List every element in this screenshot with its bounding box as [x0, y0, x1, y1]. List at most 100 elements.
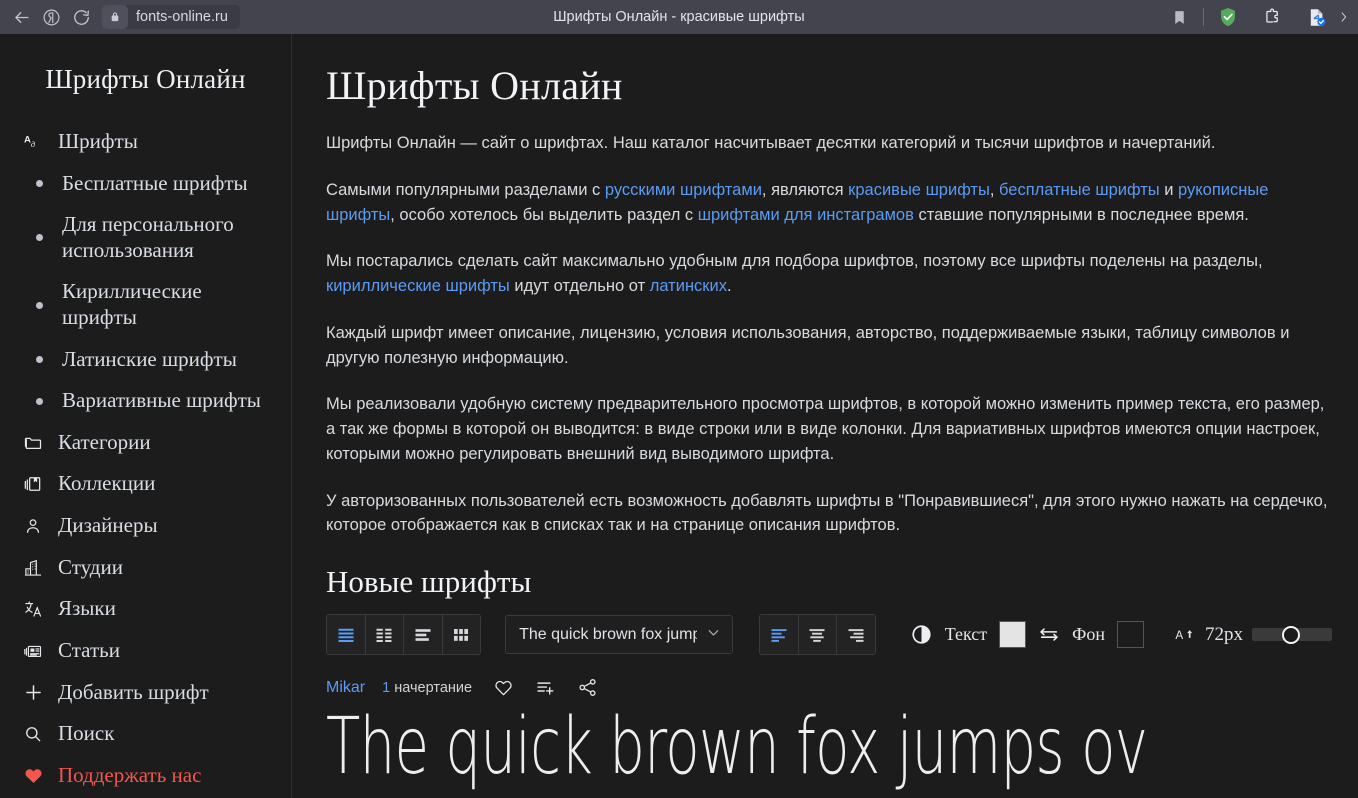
font-name-link[interactable]: Mikar [326, 679, 365, 697]
sidebar-item-label: Языки [58, 596, 116, 621]
sidebar-item-search[interactable]: Поиск [0, 713, 291, 755]
sidebar-item-languages[interactable]: Языки [0, 588, 291, 630]
view-two-column-icon[interactable] [365, 615, 405, 654]
sidebar-item-label: Категории [58, 429, 151, 454]
sidebar-item-support-us[interactable]: Поддержать нас [0, 755, 291, 797]
sidebar-item-latin-fonts[interactable]: Латинские шрифты [0, 339, 291, 381]
view-grid-icon[interactable] [442, 615, 481, 654]
align-right-icon[interactable] [837, 615, 875, 654]
link-instagram-fonts[interactable]: шрифтами для инстаграмов [698, 206, 914, 224]
font-size-control: A 72px [1174, 624, 1332, 646]
sections-paragraph: Мы постарались сделать сайт максимально … [326, 249, 1332, 299]
bullet-dot-icon [30, 179, 48, 187]
view-stack-icon[interactable] [404, 615, 443, 654]
link-russian-fonts[interactable]: русскими шрифтами [605, 181, 762, 199]
sidebar-item-add-font[interactable]: Добавить шрифт [0, 672, 291, 714]
text-fragment: , являются [761, 180, 849, 199]
bullet-dot-icon [30, 301, 48, 309]
sidebar-item-label: Добавить шрифт [58, 679, 209, 704]
sample-text-select[interactable]: The quick brown fox jumps o [505, 615, 734, 654]
site-brand[interactable]: Шрифты Онлайн [0, 64, 291, 95]
sidebar-item-cyrillic-fonts[interactable]: Кириллические шрифты [0, 271, 291, 338]
text-fragment: , особо хотелось бы выделить раздел с [390, 205, 698, 224]
adguard-shield-icon[interactable] [1206, 4, 1250, 30]
sidebar-item-variable-fonts[interactable]: Вариативные шрифты [0, 380, 291, 422]
sidebar-item-label: Вариативные шрифты [62, 388, 261, 413]
address-bar[interactable]: fonts-online.ru [102, 5, 240, 29]
reload-icon[interactable] [66, 4, 96, 30]
link-cyrillic-fonts[interactable]: кириллические шрифты [326, 277, 510, 295]
sidebar-item-label: Статьи [58, 637, 120, 662]
person-icon [22, 516, 44, 536]
svg-text:A: A [1175, 629, 1183, 642]
bullet-dot-icon [30, 397, 48, 405]
add-to-list-icon[interactable] [535, 677, 556, 698]
link-latin-fonts[interactable]: латинских [650, 277, 727, 295]
back-arrow-icon[interactable] [6, 4, 36, 30]
section-title-new-fonts: Новые шрифты [326, 564, 532, 599]
bg-color-label: Фон [1072, 624, 1105, 644]
sidebar-item-fonts[interactable]: Aд Шрифты [0, 121, 291, 163]
building-icon [22, 558, 44, 578]
text-fragment: Самыми популярными разделами с [326, 180, 605, 199]
slider-knob[interactable] [1282, 625, 1300, 644]
align-center-icon[interactable] [798, 615, 838, 654]
intro-paragraph: Шрифты Онлайн — сайт о шрифтах. Наш ката… [326, 134, 1216, 152]
font-size-up-icon: A [1174, 625, 1196, 645]
link-free-fonts[interactable]: бесплатные шрифты [999, 181, 1160, 199]
favorites-paragraph: У авторизованных пользователей есть возм… [326, 491, 1328, 535]
sample-text-value: The quick brown fox jumps o [519, 625, 698, 643]
yandex-logo-icon[interactable] [36, 4, 66, 30]
toolbar-divider [1203, 8, 1204, 26]
text-fragment: и [1159, 180, 1179, 199]
bookmark-icon[interactable] [1157, 4, 1201, 30]
align-left-icon[interactable] [760, 615, 799, 654]
link-beautiful-fonts[interactable]: красивые шрифты [848, 181, 990, 199]
sidebar-item-label: Студии [58, 554, 123, 579]
sidebar-item-articles[interactable]: Статьи [0, 630, 291, 672]
text-fragment: идут отдельно от [509, 277, 650, 295]
sidebar-item-label: Кириллические шрифты [62, 279, 202, 330]
sidebar-item-label: Латинские шрифты [62, 346, 237, 371]
align-mode-group [759, 614, 876, 655]
font-size-slider[interactable] [1252, 625, 1332, 644]
styles-word: начертание [394, 679, 473, 696]
font-aa-icon: Aд [22, 132, 44, 151]
styles-number: 1 [382, 679, 391, 696]
text-fragment: ставшие популярными в последнее время. [913, 205, 1249, 224]
share-icon[interactable] [577, 677, 598, 698]
contrast-icon[interactable] [910, 623, 933, 646]
sidebar-item-studios[interactable]: Студии [0, 547, 291, 589]
main-content: Шрифты Онлайн Шрифты Онлайн — сайт о шри… [292, 34, 1358, 798]
document-check-icon[interactable] [1294, 4, 1338, 30]
page-body: Шрифты Онлайн Aд Шрифты Бесплатные шрифт… [0, 34, 1358, 798]
font-preview-text: The quick brown fox jumps ov [326, 704, 1148, 792]
sidebar-item-collections[interactable]: Коллекции [0, 463, 291, 505]
sidebar-item-categories[interactable]: Категории [0, 422, 291, 464]
svg-text:д: д [30, 139, 35, 149]
sidebar-item-designers[interactable]: Дизайнеры [0, 505, 291, 547]
sidebar-item-label: Бесплатные шрифты [62, 170, 248, 195]
sidebar-item-personal-use[interactable]: Для персонального использования [0, 204, 291, 271]
text-color-swatch[interactable] [999, 621, 1027, 648]
extension-puzzle-icon[interactable] [1250, 4, 1294, 30]
translate-icon [22, 599, 44, 619]
heart-outline-icon[interactable] [493, 677, 514, 698]
swap-arrows-icon[interactable] [1038, 624, 1060, 646]
heart-icon [22, 765, 44, 786]
article-icon [22, 641, 44, 661]
sidebar-item-label: Коллекции [58, 471, 156, 496]
page-title: Шрифты Онлайн [326, 63, 623, 108]
address-bar-url: fonts-online.ru [136, 9, 228, 25]
text-fragment: Мы постарались сделать сайт максимально … [326, 252, 1263, 271]
collections-icon [22, 474, 44, 494]
sidebar: Шрифты Онлайн Aд Шрифты Бесплатные шрифт… [0, 34, 292, 798]
sidebar-item-label: Поддержать нас [58, 762, 202, 787]
popular-sections-paragraph: Самыми популярными разделами с русскими … [326, 178, 1332, 228]
view-rows-icon[interactable] [327, 615, 366, 654]
bg-color-swatch[interactable] [1117, 621, 1144, 648]
sidebar-item-free-fonts[interactable]: Бесплатные шрифты [0, 163, 291, 205]
sidebar-item-label: Для персонального использования [62, 212, 234, 262]
browser-toolbar: fonts-online.ru Шрифты Онлайн - красивые… [0, 0, 1358, 34]
overflow-menu-icon[interactable] [1338, 4, 1352, 30]
